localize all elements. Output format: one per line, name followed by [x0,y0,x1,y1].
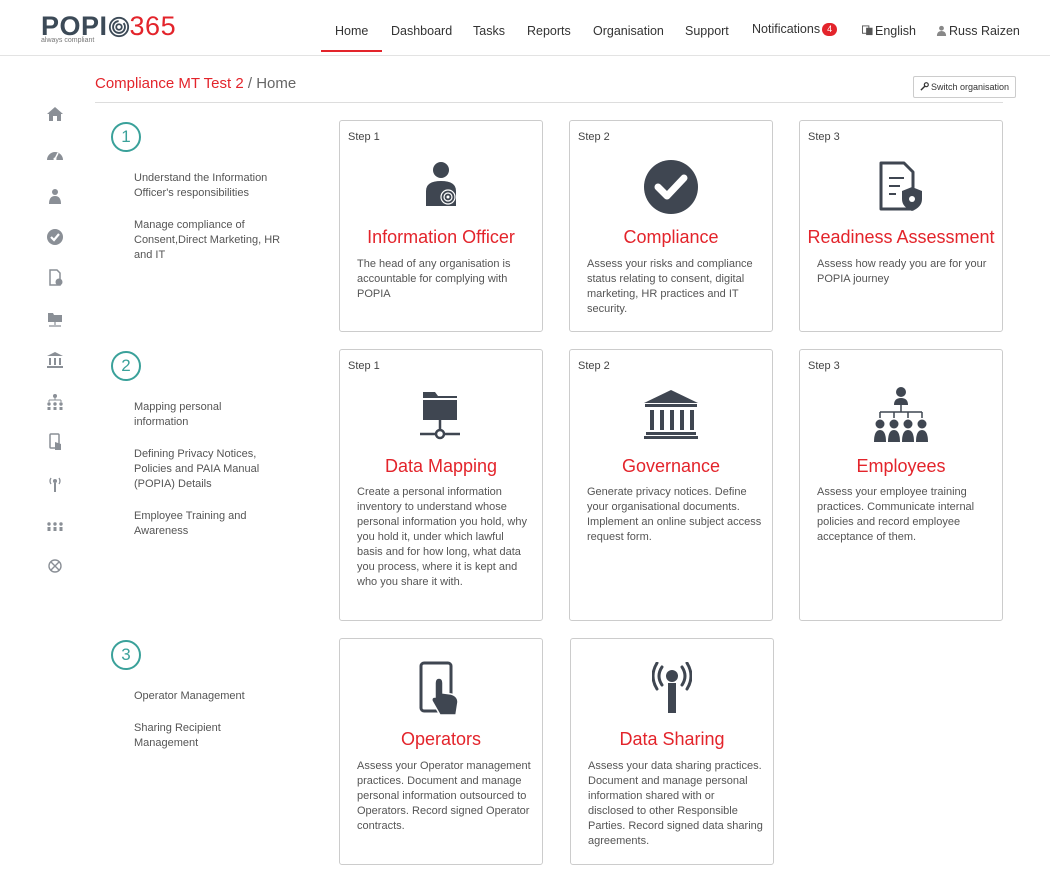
card-step-label: Step 3 [808,360,840,372]
card-title: Compliance [623,227,719,247]
card-compliance[interactable]: Step 2 Compliance Assess your risks and … [569,120,773,332]
link-operator-management[interactable]: Operator Management [134,689,274,704]
card-step-label: Step 1 [348,360,380,372]
governance-icon[interactable] [46,351,64,369]
card-description: Assess your data sharing practices. Docu… [588,760,763,847]
nav-support[interactable]: Support [685,0,729,52]
operators-icon [419,661,459,716]
notifications-label: Notifications [752,22,821,36]
card-title: Data Mapping [384,456,498,476]
card-step-label: Step 3 [808,131,840,143]
card-title: Governance [621,456,721,476]
language-label: English [875,24,916,38]
readiness-assessment-icon [879,161,922,211]
switch-organisation-label: Switch organisation [930,82,1010,92]
data-sharing-icon [652,662,692,713]
readiness-icon[interactable] [46,269,64,287]
card-step-label: Step 1 [348,131,380,143]
card-description: The head of any organisation is accounta… [357,258,511,300]
breadcrumb-page: Home [256,75,297,92]
settings-icon[interactable] [46,557,64,575]
card-title: Employees [856,456,946,476]
logo-number: 365 [129,11,177,41]
section-2-number: 2 [111,351,141,381]
top-header: POPI 365 always compliant Home Dashboard … [0,0,1050,56]
user-name: Russ Raizen [949,24,1020,38]
nav-language[interactable]: English [862,0,916,52]
data-mapping-icon [420,392,460,440]
fingerprint-icon [108,16,129,38]
card-employees[interactable]: Step 3 Employees Assess your employee tr… [799,349,1003,621]
compliance-check-icon [644,160,698,214]
card-description: Assess your Operator management practice… [357,760,531,832]
section-1-number: 1 [111,122,141,152]
card-title: Readiness Assessment [807,227,995,247]
card-title: Information Officer [367,227,515,247]
governance-icon [644,390,698,439]
employees-icon [874,387,928,442]
card-information-officer[interactable]: Step 1 Information Officer The head of a… [339,120,543,332]
card-data-sharing[interactable]: Data Sharing Assess your data sharing pr… [570,638,774,865]
card-governance[interactable]: Step 2 Governance Generate privacy notic… [569,349,773,621]
card-description: Create a personal information inventory … [357,486,527,588]
notifications-badge: 4 [822,23,838,36]
card-description: Assess your employee training practices.… [817,486,975,543]
link-manage-compliance[interactable]: Manage compliance of Consent,Direct Mark… [134,218,289,263]
card-title: Operators [400,729,482,749]
logo[interactable]: POPI 365 always compliant [41,12,176,44]
link-sharing-recipient-management[interactable]: Sharing Recipient Management [134,721,254,751]
card-step-label: Step 2 [578,131,610,143]
nav-home[interactable]: Home [321,0,383,52]
card-title: Data Sharing [619,729,725,749]
nav-organisation[interactable]: Organisation [593,0,664,52]
link-mapping-personal-information[interactable]: Mapping personal information [134,400,254,430]
card-data-mapping[interactable]: Step 1 Data Mapping Create a personal in… [339,349,543,621]
dashboard-icon[interactable] [46,147,64,165]
breadcrumb-separator: / [243,75,257,92]
card-operators[interactable]: Operators Assess your Operator managemen… [339,638,543,865]
nav-dashboard[interactable]: Dashboard [391,0,452,52]
link-information-officer[interactable]: Understand the Information Officer's res… [134,171,289,201]
operators-icon[interactable] [46,433,64,451]
wrench-icon [920,82,929,91]
card-description: Generate privacy notices. Define your or… [587,486,762,543]
card-description: Assess your risks and compliance status … [587,258,753,315]
card-readiness-assessment[interactable]: Step 3 Readiness Assessment Assess how r… [799,120,1003,332]
people-icon[interactable] [46,516,64,534]
breadcrumb: Compliance MT Test 2 / Home [95,75,296,92]
switch-organisation-button[interactable]: Switch organisation [913,76,1016,98]
nav-notifications[interactable]: Notifications 4 [752,0,838,50]
user-icon [936,25,947,36]
card-step-label: Step 2 [578,360,610,372]
nav-reports[interactable]: Reports [527,0,571,52]
link-privacy-notices[interactable]: Defining Privacy Notices, Policies and P… [134,447,274,492]
card-description: Assess how ready you are for your POPIA … [817,258,987,285]
data-mapping-icon[interactable] [46,310,64,328]
nav-tasks[interactable]: Tasks [473,0,505,52]
home-icon[interactable] [46,105,64,123]
information-officer-icon[interactable] [46,187,64,205]
employees-icon[interactable] [46,393,64,411]
link-employee-training[interactable]: Employee Training and Awareness [134,509,274,539]
data-sharing-icon[interactable] [46,475,64,493]
nav-user[interactable]: Russ Raizen [936,0,1020,52]
language-icon [862,25,873,36]
compliance-icon[interactable] [46,228,64,246]
breadcrumb-organisation[interactable]: Compliance MT Test 2 [95,75,244,92]
header-divider [95,102,1003,103]
section-3-number: 3 [111,640,141,670]
information-officer-icon [426,162,456,206]
